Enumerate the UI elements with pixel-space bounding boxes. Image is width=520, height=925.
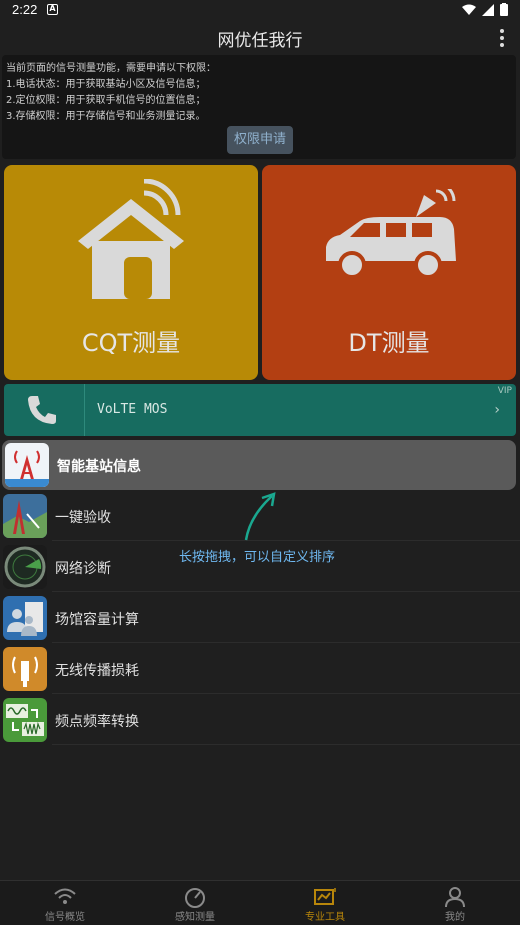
tool-label: 场馆容量计算 (55, 612, 139, 628)
permission-text-line: 1.电话状态：用于获取基站小区及信号信息； (6, 79, 206, 90)
chart-icon (314, 888, 336, 905)
wifi-icon (54, 888, 76, 904)
more-menu-icon[interactable] (496, 28, 508, 48)
bottom-tab-bar: 信号概览 感知测量 专业工具 我的 (0, 880, 520, 925)
permission-text-line: 3.存储权限：用于存储信号和业务测量记录。 (6, 111, 206, 122)
volte-mos-bar[interactable]: VoLTE MOS VIP › (4, 384, 516, 436)
tool-label: 一键验收 (55, 510, 111, 526)
notification-icon: A (47, 4, 58, 15)
tab-mine[interactable]: 我的 (390, 881, 520, 925)
tab-signal-overview[interactable]: 信号概览 (0, 881, 130, 925)
app-title: 网优任我行 (217, 31, 303, 51)
request-permission-button[interactable]: 权限申请 (227, 126, 293, 154)
gauge-icon (185, 888, 205, 908)
tab-label: 感知测量 (175, 912, 215, 923)
phone-icon (28, 396, 56, 424)
radar-icon (3, 545, 47, 589)
tool-label: 网络诊断 (55, 561, 111, 577)
chevron-right-icon: › (494, 402, 500, 418)
status-time: 2:22 (12, 2, 38, 17)
wave-icon (3, 698, 47, 742)
tool-item-frequency-convert[interactable]: 频点频率转换 (0, 695, 520, 745)
cqt-measure-tile[interactable]: CQT测量 (4, 165, 258, 380)
wifi-status-icon (462, 4, 476, 15)
cqt-label: CQT测量 (81, 329, 181, 357)
car-signal-icon (326, 189, 456, 279)
house-signal-icon (78, 179, 184, 299)
battery-icon (500, 3, 508, 16)
tool-label: 无线传播损耗 (55, 663, 139, 679)
tool-item-venue-capacity[interactable]: 场馆容量计算 (0, 593, 520, 643)
tool-item-cell-info[interactable]: 智能基站信息 (2, 440, 516, 490)
signal-icon (482, 3, 494, 16)
permission-text-line: 当前页面的信号测量功能，需要申请以下权限： (6, 63, 216, 74)
venue-icon (3, 596, 47, 640)
tower-map-icon (3, 494, 47, 538)
app-bar: 网优任我行 (0, 22, 520, 52)
person-icon (445, 887, 465, 908)
drag-sort-hint: 长按拖拽，可以自定义排序 (179, 550, 336, 565)
permission-text-line: 2.定位权限：用于获取手机信号的位置信息； (6, 95, 206, 106)
tool-item-propagation-loss[interactable]: 无线传播损耗 (0, 644, 520, 694)
tool-label: 智能基站信息 (57, 459, 141, 475)
tab-pro-tools[interactable]: 专业工具 (260, 881, 390, 925)
vip-badge: VIP (497, 386, 512, 396)
tower-icon (5, 443, 49, 487)
dt-measure-tile[interactable]: DT测量 (262, 165, 516, 380)
status-bar: 2:22 A (0, 0, 520, 22)
curved-arrow-icon (244, 492, 276, 541)
tab-label: 信号概览 (45, 912, 85, 923)
volte-label: VoLTE MOS (97, 402, 168, 417)
volte-icon-area (4, 384, 85, 436)
tab-label: 专业工具 (305, 912, 345, 923)
tab-label: 我的 (445, 912, 465, 923)
antenna-icon (3, 647, 47, 691)
tab-perception-measure[interactable]: 感知测量 (130, 881, 260, 925)
dt-label: DT测量 (348, 329, 430, 357)
tool-label: 频点频率转换 (55, 714, 139, 730)
